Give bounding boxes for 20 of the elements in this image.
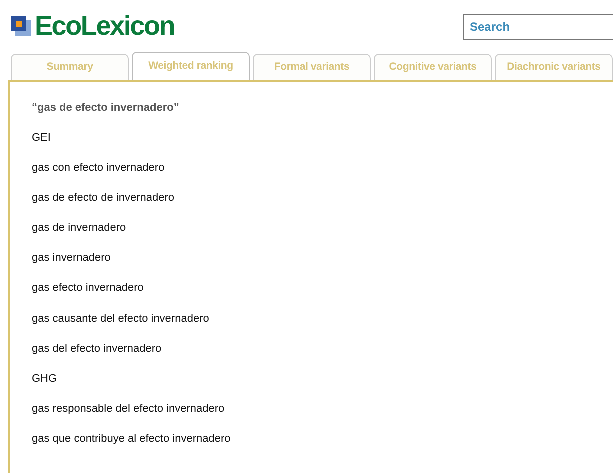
term-variant: GHG	[32, 372, 58, 386]
term-variant: gas de invernadero	[32, 221, 128, 236]
term-variant: gas de efecto de invernadero	[32, 190, 176, 205]
term-variant: gas efecto invernadero	[32, 281, 145, 296]
tab[interactable]: Weighted ranking	[132, 52, 250, 80]
search-field[interactable]: Search	[463, 14, 613, 40]
term-variant: gas del efecto invernadero	[32, 342, 163, 356]
logo-text: EcoLexicon	[35, 10, 175, 42]
term-variant: GEI	[32, 130, 52, 144]
term-variant: gas responsable del efecto invernadero	[32, 402, 226, 416]
tab[interactable]: Diachronic variants	[495, 54, 613, 80]
term-heading: “gas de efecto invernadero”	[32, 101, 180, 116]
tab[interactable]: Cognitive variants	[374, 54, 492, 80]
tab[interactable]: Formal variants	[253, 54, 371, 80]
term-variant: gas con efecto invernadero	[32, 160, 166, 175]
term-variant: gas que contribuye al efecto invernadero	[32, 432, 232, 446]
term-variant: gas causante del efecto invernadero	[32, 312, 210, 326]
tab[interactable]: Summary	[11, 54, 129, 80]
term-variant: gas invernadero	[32, 251, 112, 266]
logo-icon	[11, 16, 31, 36]
